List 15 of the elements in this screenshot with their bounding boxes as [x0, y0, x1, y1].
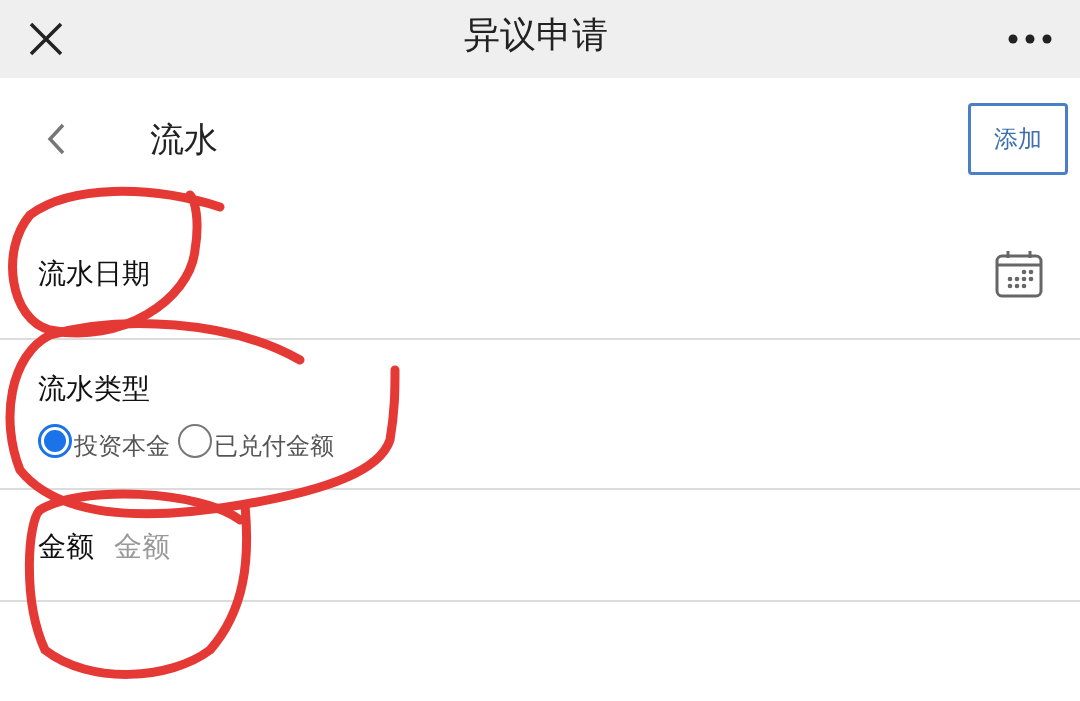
radio-label: 投资本金 — [74, 431, 170, 462]
add-button[interactable]: 添加 — [968, 103, 1068, 175]
amount-field[interactable]: 金额 — [114, 526, 514, 568]
close-icon[interactable] — [28, 21, 64, 57]
field-label: 流水日期 — [38, 256, 150, 292]
calendar-icon[interactable] — [994, 249, 1044, 299]
more-icon[interactable] — [1008, 34, 1052, 44]
radio-button[interactable] — [178, 424, 212, 458]
window-title: 异议申请 — [464, 13, 608, 57]
page-title: 流水 — [150, 117, 219, 161]
radio-button[interactable] — [38, 424, 72, 458]
field-label: 金额 — [38, 529, 94, 565]
radio-label: 已兑付金额 — [214, 431, 334, 462]
field-label: 流水类型 — [38, 371, 151, 407]
back-icon[interactable] — [46, 122, 66, 156]
